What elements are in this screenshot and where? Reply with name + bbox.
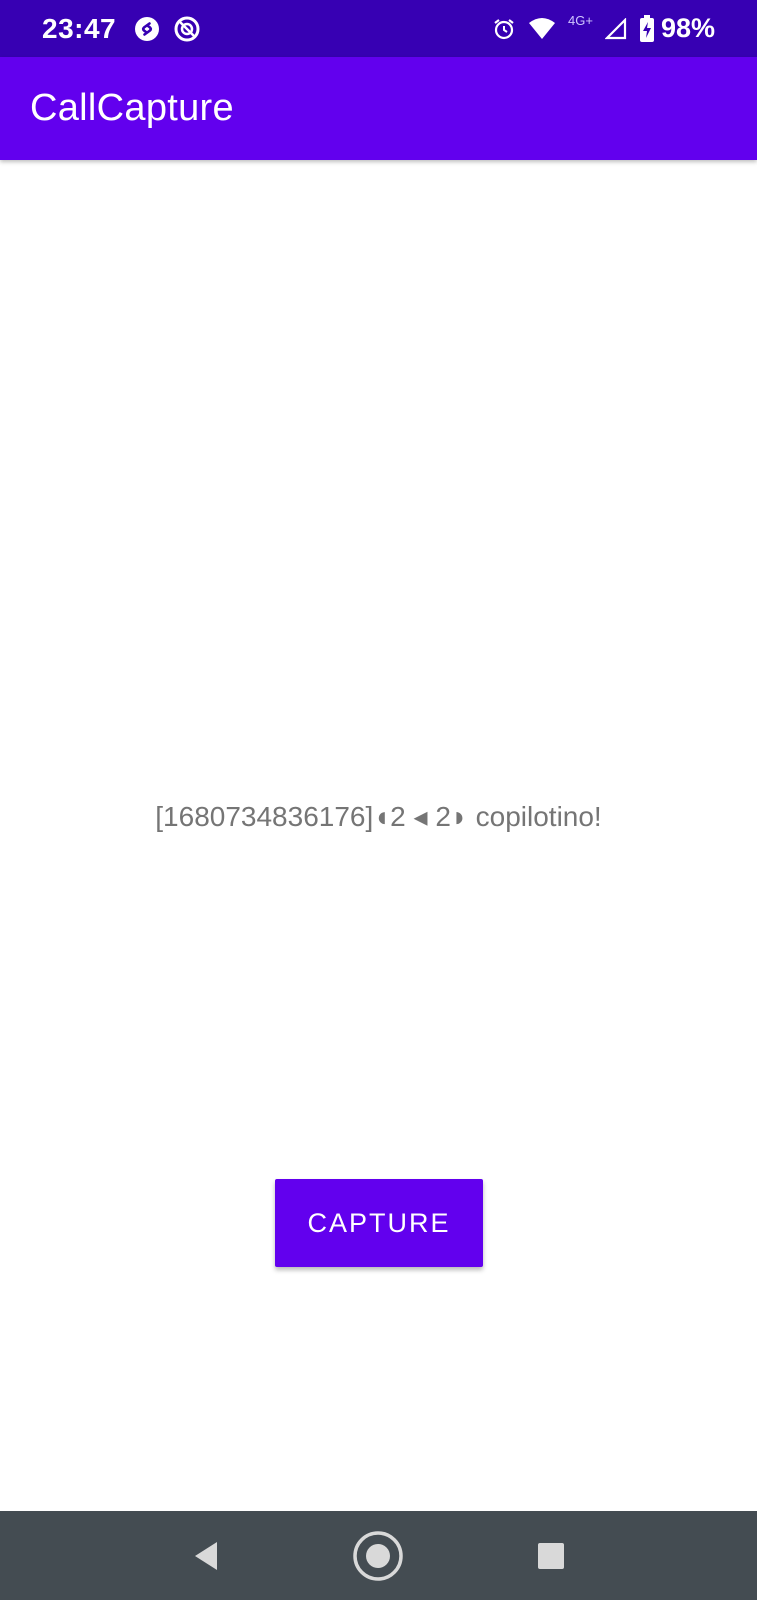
alarm-icon (492, 17, 516, 41)
network-type: 4G+ (568, 13, 593, 28)
cell-signal-icon (604, 17, 627, 40)
battery-charging-icon (639, 14, 655, 43)
vpn-icon (174, 16, 200, 42)
back-icon (195, 1541, 218, 1570)
capture-message: [1680734836176]◖2 ◂ 2◗ copilotino! (155, 801, 602, 832)
status-bar: 23:47 4G+ 98% (0, 0, 757, 57)
navigation-bar (0, 1511, 757, 1600)
recents-icon (537, 1542, 564, 1569)
app-title: CallCapture (30, 87, 234, 129)
shazam-icon (134, 16, 160, 42)
status-right: 4G+ 98% (480, 13, 715, 44)
status-left: 23:47 (42, 13, 214, 45)
wifi-icon (528, 17, 556, 41)
home-button[interactable] (343, 1521, 413, 1591)
status-time: 23:47 (42, 12, 117, 44)
battery-percent: 98% (660, 13, 715, 43)
app-bar: CallCapture (0, 57, 757, 160)
capture-button[interactable]: CAPTURE (275, 1179, 483, 1267)
recents-button[interactable] (516, 1521, 586, 1591)
back-button[interactable] (171, 1521, 241, 1591)
screen: 23:47 4G+ 98% CallCapture [1680734836176… (0, 0, 757, 1600)
home-icon (353, 1530, 404, 1581)
main-content: [1680734836176]◖2 ◂ 2◗ copilotino! CAPTU… (0, 160, 757, 1511)
